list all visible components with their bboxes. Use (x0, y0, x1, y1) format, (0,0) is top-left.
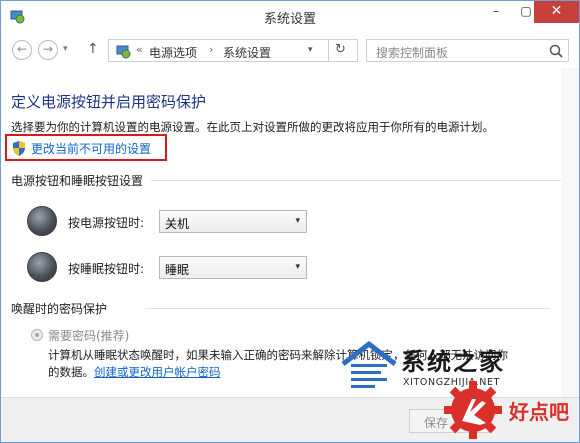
change-settings-highlight: 更改当前不可用的设置 (5, 134, 167, 161)
watermark-chinese-text: 系统之家 (401, 348, 505, 376)
require-password-radio[interactable] (31, 329, 43, 341)
power-button-select[interactable]: 关机 ▾ (159, 210, 307, 233)
search-placeholder: 搜索控制面板 (376, 46, 449, 60)
radio-dot (35, 333, 39, 337)
chevron-down-icon: ▾ (295, 262, 300, 272)
address-dropdown-icon[interactable]: ▾ (308, 45, 313, 55)
sleep-button-label: 按睡眠按钮时: (68, 262, 145, 276)
close-button[interactable]: ✕ (534, 1, 579, 23)
recent-locations-dropdown[interactable]: ▾ (63, 44, 68, 54)
scrollbar[interactable] (561, 68, 579, 397)
refresh-icon[interactable]: ↻ (335, 42, 346, 57)
forward-button[interactable]: → (38, 40, 58, 60)
watermark: 系统之家 XITONGZHIJIA.NET (339, 340, 539, 395)
search-input[interactable]: 搜索控制面板 (366, 39, 569, 62)
up-button[interactable]: ↑ (87, 41, 99, 57)
power-button-value: 关机 (165, 217, 190, 231)
breadcrumb-arrow[interactable]: › (209, 43, 213, 56)
control-panel-icon (116, 45, 131, 59)
breadcrumb-system-settings[interactable]: 系统设置 (223, 44, 271, 61)
back-button[interactable]: ← (12, 40, 32, 60)
change-unavailable-settings-link[interactable]: 更改当前不可用的设置 (31, 140, 151, 157)
divider (151, 180, 571, 181)
page-description: 选择要为你的计算机设置的电源设置。在此页上对设置所做的更改将应用于你所有的电源计… (11, 120, 494, 134)
require-password-label: 需要密码(推荐) (48, 329, 130, 343)
power-button-label: 按电源按钮时: (68, 216, 145, 230)
navigation-bar: ← → ▾ ↑ « 电源选项 › 系统设置 ▾ ↻ 搜索控制面板 (1, 32, 579, 66)
power-button-icon (27, 206, 57, 236)
haodianba-brand-text: 好点吧 (509, 400, 569, 424)
wake-description-line2: 的数据。创建或更改用户帐户密码 (48, 364, 221, 380)
breadcrumb-power-options[interactable]: 电源选项 (149, 44, 197, 61)
title-bar[interactable]: 系统设置 – ▢ ✕ (1, 1, 579, 32)
uac-shield-icon (13, 141, 25, 156)
address-bar[interactable]: « 电源选项 › 系统设置 ▾ ↻ (108, 39, 358, 62)
page-title: 定义电源按钮并启用密码保护 (11, 93, 207, 111)
breadcrumb-overflow[interactable]: « (136, 43, 143, 56)
sleep-button-icon (27, 252, 57, 282)
power-buttons-section-title: 电源按钮和睡眠按钮设置 (11, 174, 144, 188)
settings-window: 系统设置 – ▢ ✕ ← → ▾ ↑ « 电源选项 › 系统设置 ▾ ↻ 搜索控… (0, 0, 580, 443)
wake-password-section-title: 唤醒时的密码保护 (11, 302, 108, 316)
sleep-button-select[interactable]: 睡眠 ▾ (159, 256, 307, 279)
account-password-link[interactable]: 创建或更改用户帐户密码 (94, 365, 221, 379)
wake-description-end: 的数据。 (48, 365, 94, 379)
house-logo-icon (341, 340, 397, 388)
chevron-down-icon: ▾ (295, 216, 300, 226)
divider (328, 40, 329, 61)
minimize-button[interactable]: – (481, 1, 511, 23)
sleep-button-value: 睡眠 (165, 263, 190, 277)
divider (145, 308, 550, 309)
haodianba-gear-logo-icon (444, 381, 502, 439)
search-icon[interactable] (548, 43, 564, 59)
